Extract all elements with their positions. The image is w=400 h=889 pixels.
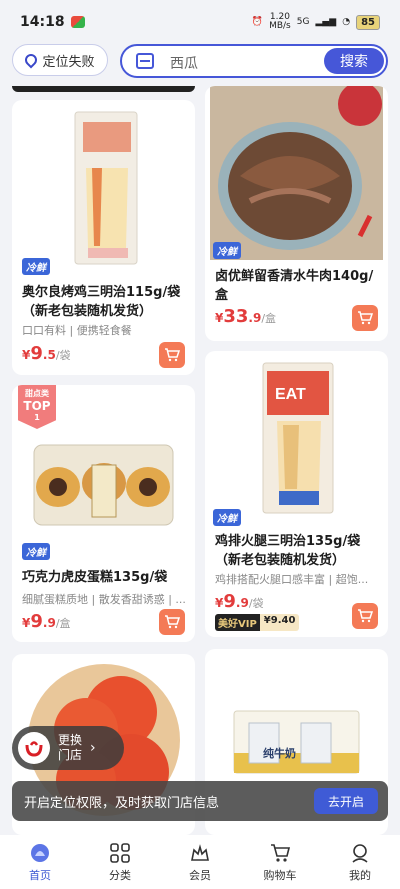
- tab-home[interactable]: 首页: [0, 835, 80, 889]
- cart-icon: [165, 615, 180, 629]
- search-box[interactable]: 西瓜 搜索: [120, 44, 388, 78]
- cart-icon: [358, 311, 373, 325]
- bottom-tab-bar: 首页 分类 会员 购物车 我的: [0, 835, 400, 889]
- product-card-4[interactable]: EAT 冷鲜 鸡排火腿三明治135g/袋（新老包装随机发货） 鸡排搭配火腿口感丰…: [205, 351, 388, 637]
- product-price: ¥33.9/盒: [215, 306, 277, 327]
- tab-profile[interactable]: 我的: [320, 835, 400, 889]
- wifi-icon: ◔: [342, 17, 351, 27]
- add-to-cart-button[interactable]: [352, 305, 378, 331]
- profile-icon: [352, 843, 368, 863]
- chilled-tag: 冷鲜: [22, 543, 50, 560]
- status-indicators: ⏰ 1.20 MB/s 5G ▂▄▆ ◔ 85: [252, 13, 380, 31]
- battery-indicator: 85: [356, 14, 380, 30]
- product-card-1[interactable]: 冷鲜 奥尔良烤鸡三明治115g/袋（新老包装随机发货） 口口有料 | 便携轻食餐…: [12, 100, 195, 375]
- chevron-right-icon: ›: [90, 740, 96, 756]
- product-title: 奥尔良烤鸡三明治115g/袋（新老包装随机发货）: [22, 285, 181, 319]
- status-bar: 14:18 ⏰ 1.20 MB/s 5G ▂▄▆ ◔ 85: [0, 0, 400, 44]
- tab-member[interactable]: 会员: [160, 835, 240, 889]
- product-image: EAT: [223, 361, 370, 516]
- cart-icon: [165, 348, 180, 362]
- chilled-tag: 冷鲜: [22, 258, 50, 275]
- cart-icon: [271, 843, 291, 862]
- product-image: 纯牛奶: [229, 701, 364, 781]
- network-speed: 1.20 MB/s: [269, 12, 291, 31]
- product-price: ¥9.9/盒: [22, 611, 71, 632]
- enable-location-button[interactable]: 去开启: [314, 788, 378, 814]
- cart-icon: [358, 609, 373, 623]
- product-price: ¥9.5/袋: [22, 343, 71, 364]
- product-desc: 细腻蛋糕质地 | 散发香甜诱惑 | ...: [22, 593, 186, 606]
- product-card-3[interactable]: 甜点类 TOP 1 冷鲜 巧克力虎皮蛋糕135g/袋 细腻蛋糕质地 | 散发香甜…: [12, 385, 195, 642]
- search-input[interactable]: 西瓜: [170, 53, 198, 73]
- tab-cart[interactable]: 购物车: [240, 835, 320, 889]
- product-title: 巧克力虎皮蛋糕135g/袋: [22, 570, 168, 585]
- product-image: [210, 86, 383, 260]
- vip-price-badge: 美好VIP ¥9.40: [215, 614, 300, 631]
- search-button[interactable]: 搜索: [324, 48, 384, 74]
- banner-text: 开启定位权限，及时获取门店信息: [24, 795, 220, 811]
- product-image: [30, 108, 177, 268]
- signal-bars-icon: ▂▄▆: [315, 17, 337, 27]
- svg-text:EAT: EAT: [275, 386, 306, 403]
- location-button-label: 定位失败: [42, 54, 95, 70]
- category-icon: [110, 842, 130, 863]
- product-title: 卤优鲜留香清水牛肉140g/盒: [215, 269, 374, 303]
- add-to-cart-button[interactable]: [159, 342, 185, 368]
- alarm-icon: ⏰: [251, 17, 264, 27]
- store-logo-icon: [18, 732, 50, 764]
- product-title: 鸡排火腿三明治135g/袋（新老包装随机发货）: [215, 534, 361, 568]
- add-to-cart-button[interactable]: [352, 603, 378, 629]
- search-row: 定位失败 西瓜 搜索: [0, 44, 400, 78]
- location-button[interactable]: 定位失败: [12, 44, 108, 76]
- change-store-label: 更换 门店: [58, 733, 83, 762]
- product-price: ¥9.9/袋: [215, 591, 264, 612]
- product-card-2[interactable]: 冷鲜 卤优鲜留香清水牛肉140g/盒 ¥33.9/盒: [205, 86, 388, 341]
- milk-pack-label: 纯牛奶: [263, 748, 296, 760]
- app-notification-icon: [70, 16, 85, 28]
- chilled-tag: 冷鲜: [213, 509, 241, 526]
- member-icon: [191, 843, 209, 861]
- status-time: 14:18: [20, 14, 65, 30]
- previous-card-edge: [12, 86, 195, 92]
- location-permission-banner: 开启定位权限，及时获取门店信息 去开启: [12, 781, 388, 821]
- product-desc: 口口有料 | 便携轻食餐: [22, 324, 132, 337]
- tab-category[interactable]: 分类: [80, 835, 160, 889]
- change-store-button[interactable]: 更换 门店 ›: [12, 726, 124, 770]
- product-desc: 鸡排搭配火腿口感丰富 | 超饱...: [215, 573, 369, 586]
- add-to-cart-button[interactable]: [159, 609, 185, 635]
- home-icon: [31, 843, 49, 862]
- top-rank-badge: 甜点类 TOP 1: [18, 385, 56, 429]
- scan-icon[interactable]: [136, 53, 154, 69]
- chilled-tag: 冷鲜: [213, 242, 241, 259]
- product-image: [30, 425, 177, 535]
- location-pin-icon: [22, 51, 40, 69]
- signal-label: 5G: [296, 17, 310, 27]
